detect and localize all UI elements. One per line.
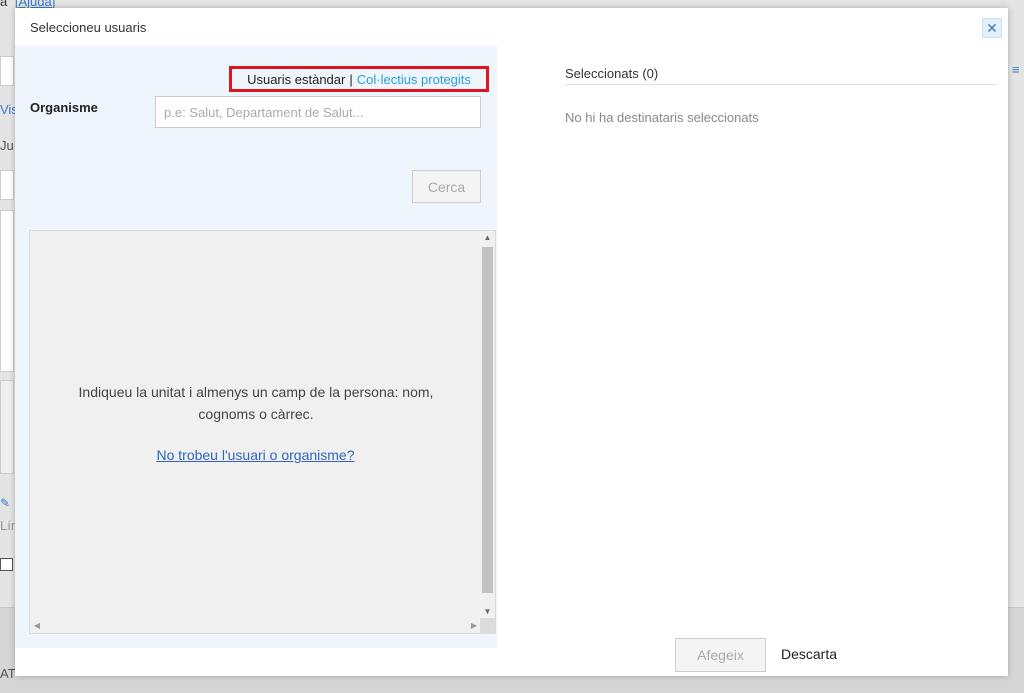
user-type-switch: Usuaris estàndar | Col·lectius protegits xyxy=(229,66,489,92)
discard-link[interactable]: Descarta xyxy=(781,646,837,662)
dialog-title: Seleccioneu usuaris xyxy=(30,20,147,35)
selected-divider xyxy=(565,84,997,85)
scroll-down-icon[interactable]: ▼ xyxy=(480,605,495,619)
background-field xyxy=(0,170,14,200)
scroll-right-icon[interactable]: ▶ xyxy=(467,618,481,633)
scroll-left-icon[interactable]: ◀ xyxy=(30,618,44,633)
scroll-up-icon[interactable]: ▲ xyxy=(480,231,495,245)
scroll-thumb[interactable] xyxy=(482,247,493,593)
not-found-link[interactable]: No trobeu l'usuari o organisme? xyxy=(30,447,481,463)
select-users-dialog: Seleccioneu usuaris ✕ Usuaris estàndar |… xyxy=(15,8,1008,676)
background-label-fragment: AT xyxy=(0,666,16,681)
results-instructions: Indiqueu la unitat i almenys un camp de … xyxy=(78,384,434,422)
background-db-icon: ≡ xyxy=(1012,62,1020,77)
background-textarea xyxy=(0,210,14,372)
scrollbar-corner xyxy=(480,618,495,633)
user-type-protected-link[interactable]: Col·lectius protegits xyxy=(357,72,471,87)
add-button[interactable]: Afegeix xyxy=(675,638,766,672)
vertical-scrollbar[interactable]: ▲ ▼ xyxy=(480,231,495,619)
background-panel xyxy=(0,380,14,474)
search-panel: Usuaris estàndar | Col·lectius protegits… xyxy=(15,46,497,648)
selected-empty-message: No hi ha destinataris seleccionats xyxy=(565,110,759,125)
close-icon[interactable]: ✕ xyxy=(982,18,1002,38)
background-field xyxy=(0,56,14,86)
search-button[interactable]: Cerca xyxy=(412,170,481,203)
organism-input[interactable] xyxy=(155,96,481,128)
user-type-standard: Usuaris estàndar xyxy=(247,71,346,87)
selected-title: Seleccionats (0) xyxy=(565,66,659,81)
paperclip-icon: ✎ xyxy=(0,496,11,510)
organism-label: Organisme xyxy=(30,100,98,115)
background-label-fragment: Ju xyxy=(0,138,14,153)
background-top-text: a xyxy=(0,0,8,9)
user-type-separator: | xyxy=(349,71,353,87)
background-checkbox xyxy=(0,558,13,571)
horizontal-scrollbar[interactable]: ◀ ▶ xyxy=(30,618,481,633)
results-list: Indiqueu la unitat i almenys un camp de … xyxy=(29,230,496,634)
